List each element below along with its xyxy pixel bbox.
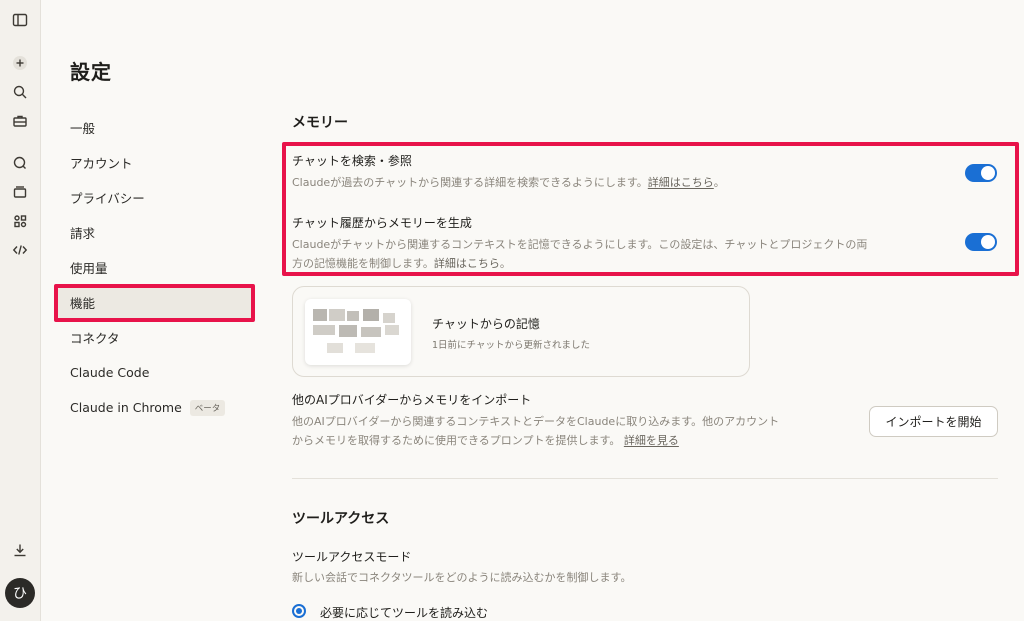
nav-item-connectors[interactable]: コネクタ — [56, 320, 252, 355]
radio-dot — [296, 608, 302, 614]
nav-item-claude-in-chrome[interactable]: Claude in Chrome ベータ — [56, 390, 252, 425]
icon-rail: ひ — [0, 0, 41, 621]
search-ref-period: 。 — [713, 176, 725, 189]
tool-access-section-title: ツールアクセス — [292, 511, 390, 527]
import-title: 他のAIプロバイダーからメモリをインポート — [292, 393, 532, 407]
history-gen-desc-line2: 方の記憶機能を制御します。詳細はこちら。 — [292, 254, 867, 273]
nav-item-claude-code[interactable]: Claude Code — [56, 355, 252, 390]
settings-nav: 一般 アカウント プライバシー 請求 使用量 機能 コネクタ Claude Co… — [56, 110, 252, 425]
nav-item-usage[interactable]: 使用量 — [56, 250, 252, 285]
nav-item-label: Claude Code — [70, 365, 150, 380]
nav-item-label: 請求 — [70, 226, 96, 241]
nav-item-label: アカウント — [70, 156, 133, 171]
search-icon[interactable] — [8, 80, 32, 104]
new-chat-icon[interactable] — [8, 51, 32, 75]
memory-thumbnail — [305, 299, 411, 365]
nav-item-label: コネクタ — [70, 331, 120, 346]
nav-item-label: 使用量 — [70, 261, 108, 276]
nav-item-label: プライバシー — [70, 191, 145, 206]
search-ref-desc: Claudeが過去のチャットから関連する詳細を検索できるようにします。詳細はこち… — [292, 173, 725, 192]
search-ref-toggle[interactable] — [965, 164, 997, 182]
history-gen-toggle[interactable] — [965, 233, 997, 251]
nav-item-general[interactable]: 一般 — [56, 110, 252, 145]
chats-icon[interactable] — [8, 151, 32, 175]
history-gen-title: チャット履歴からメモリーを生成 — [292, 216, 472, 230]
radio-load-on-demand-label[interactable]: 必要に応じてツールを読み込む — [320, 604, 488, 621]
artifacts-icon[interactable] — [8, 209, 32, 233]
learn-more-link[interactable]: 詳細を見る — [624, 434, 679, 447]
toggle-knob — [981, 235, 995, 249]
history-gen-desc: Claudeがチャットから関連するコンテキストを記憶できるようにします。この設定… — [292, 235, 867, 273]
tool-access-mode-desc: 新しい会話でコネクタツールをどのように読み込むかを制御します。 — [292, 571, 632, 584]
import-desc: 他のAIプロバイダーから関連するコンテキストとデータをClaudeに取り込みます… — [292, 412, 779, 450]
tool-access-mode-title: ツールアクセスモード — [292, 550, 412, 564]
import-desc-line2: からメモリを取得するために使用できるプロンプトを提供します。 詳細を見る — [292, 431, 779, 450]
memory-section-title: メモリー — [292, 115, 348, 131]
start-import-button[interactable]: インポートを開始 — [869, 406, 998, 437]
beta-badge: ベータ — [189, 399, 226, 416]
nav-item-label: 機能 — [70, 296, 96, 311]
search-ref-title: チャットを検索・参照 — [292, 154, 412, 168]
avatar[interactable]: ひ — [5, 578, 35, 608]
projects-icon[interactable] — [8, 180, 32, 204]
import-desc-line2-text: からメモリを取得するために使用できるプロンプトを提供します。 — [292, 434, 621, 447]
sidebar-toggle-icon[interactable] — [8, 8, 32, 32]
toolbox-icon[interactable] — [8, 109, 32, 133]
radio-load-on-demand[interactable] — [292, 604, 306, 618]
memory-card-subtitle: 1日前にチャットから更新されました — [432, 340, 590, 351]
nav-item-account[interactable]: アカウント — [56, 145, 252, 180]
history-gen-period: 。 — [499, 257, 511, 270]
section-divider — [292, 478, 998, 479]
search-ref-desc-text: Claudeが過去のチャットから関連する詳細を検索できるようにします。 — [292, 176, 648, 189]
memory-card[interactable]: チャットからの記憶 1日前にチャットから更新されました — [292, 286, 750, 377]
code-icon[interactable] — [8, 238, 32, 262]
import-desc-line1: 他のAIプロバイダーから関連するコンテキストとデータをClaudeに取り込みます… — [292, 415, 780, 428]
memory-card-title: チャットからの記憶 — [432, 317, 540, 331]
history-gen-desc-line2-text: 方の記憶機能を制御します。 — [292, 257, 434, 270]
nav-item-label: 一般 — [70, 121, 96, 136]
nav-item-label: Claude in Chrome — [70, 400, 182, 415]
learn-more-link[interactable]: 詳細はこちら — [648, 176, 714, 189]
download-icon[interactable] — [8, 538, 32, 562]
learn-more-link[interactable]: 詳細はこちら — [434, 257, 500, 270]
nav-item-features[interactable]: 機能 — [56, 285, 252, 320]
toggle-knob — [981, 166, 995, 180]
nav-item-billing[interactable]: 請求 — [56, 215, 252, 250]
page-title: 設定 — [70, 60, 112, 84]
history-gen-desc-line1: Claudeがチャットから関連するコンテキストを記憶できるようにします。この設定… — [292, 238, 868, 251]
nav-item-privacy[interactable]: プライバシー — [56, 180, 252, 215]
